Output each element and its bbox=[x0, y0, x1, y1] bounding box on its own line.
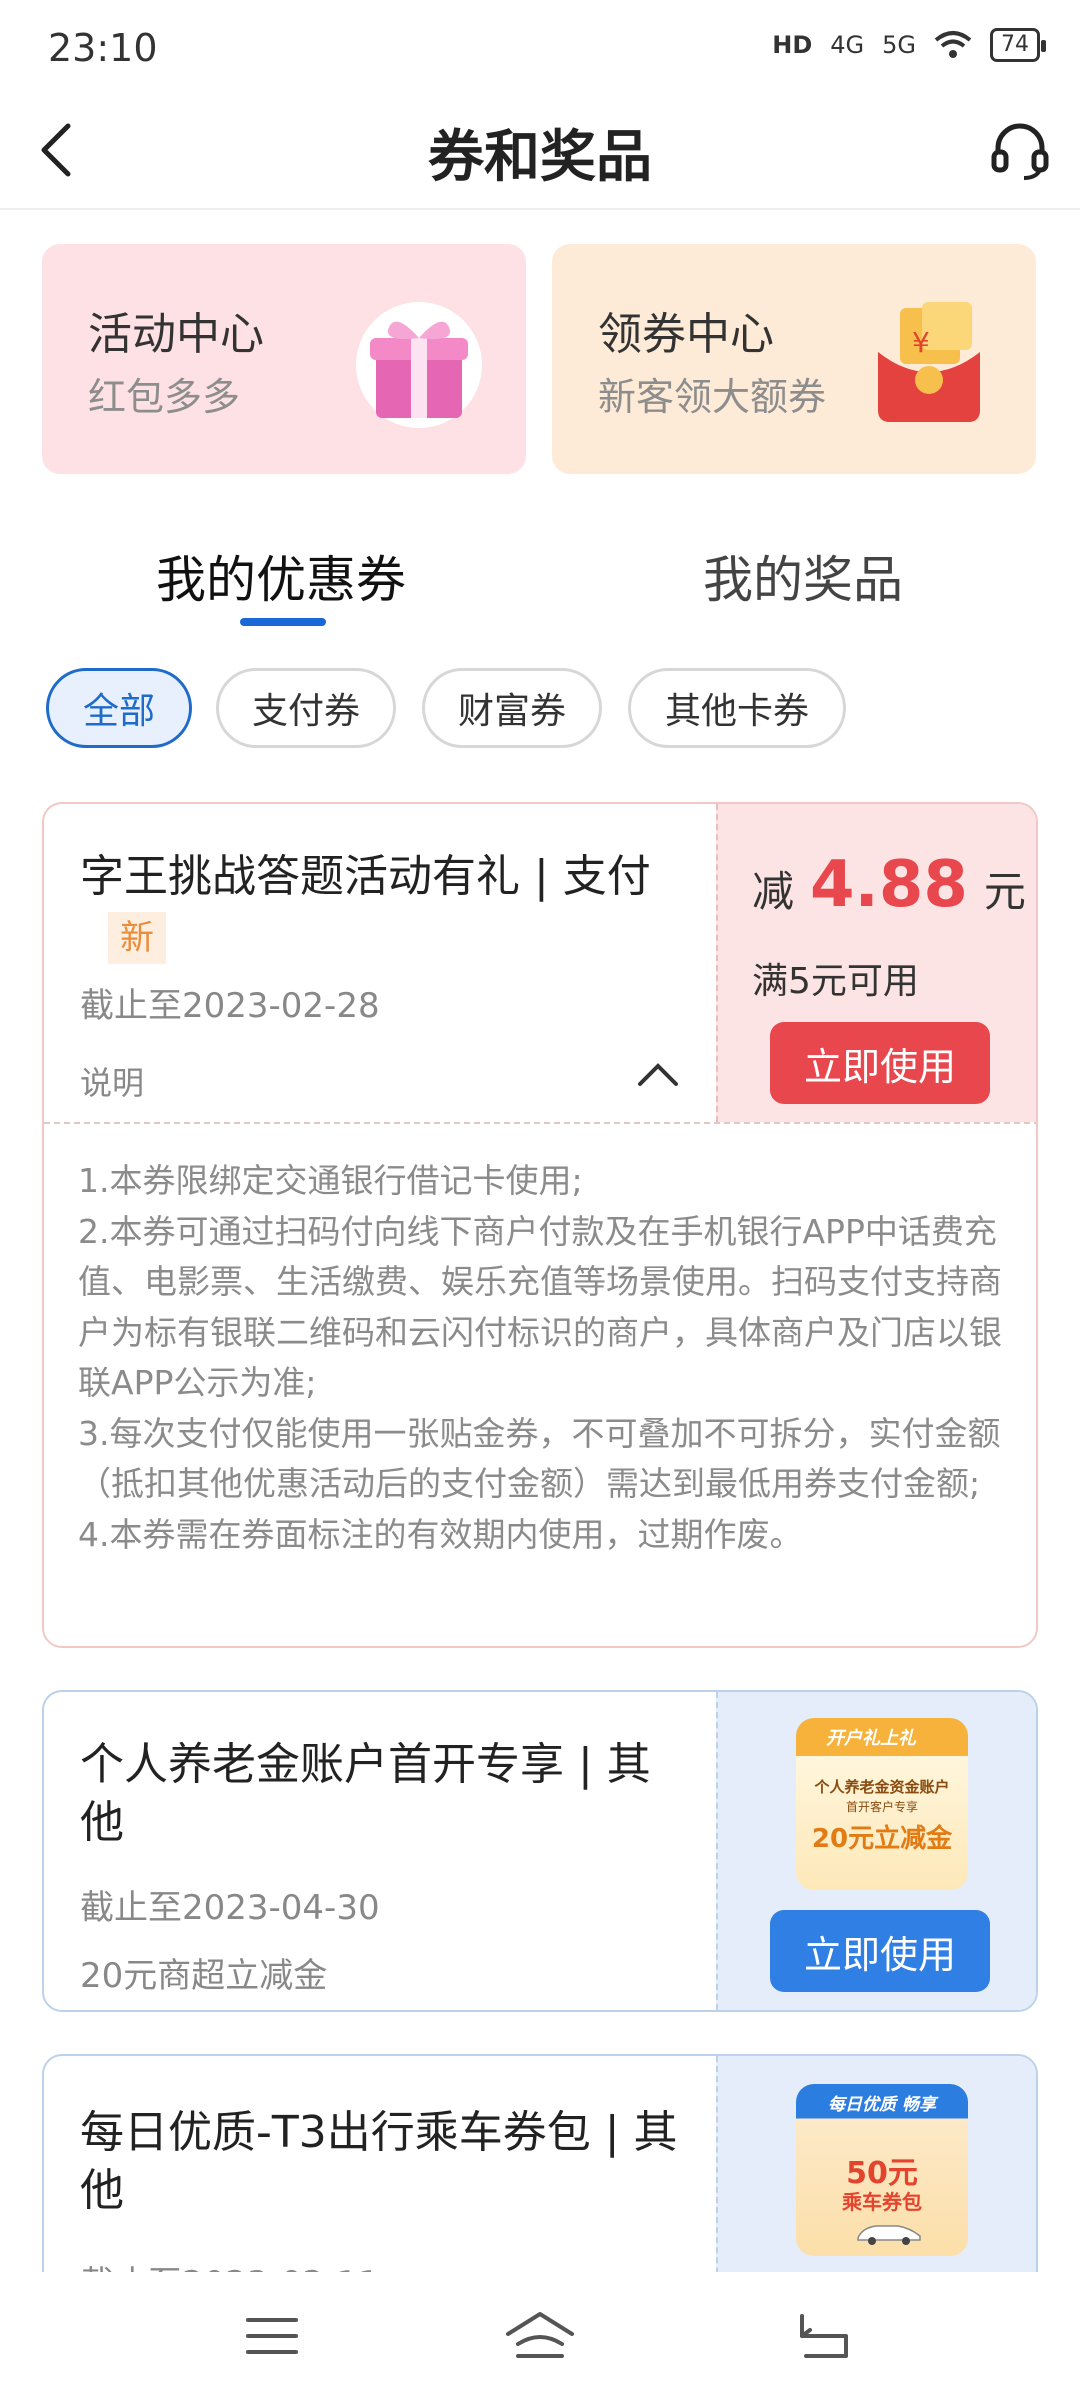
home-icon[interactable] bbox=[504, 2310, 576, 2362]
use-now-button[interactable]: 立即使用 bbox=[770, 1910, 990, 1992]
coupon-card[interactable]: 开户礼上礼 个人养老金资金账户 首开客户专享 20元立减金 立即使用 个人养老金… bbox=[42, 1690, 1038, 2012]
thumb-top-text: 每日优质 畅享 bbox=[828, 2095, 936, 2115]
description-line: 4.本券需在券面标注的有效期内使用，过期作废。 bbox=[78, 1514, 803, 1554]
thumb-line1: 个人养老金资金账户 bbox=[814, 1778, 950, 1796]
filter-payment-coupons[interactable]: 支付券 bbox=[216, 668, 396, 748]
coupon-title-text: 字王挑战答题活动有礼 | 支付 bbox=[80, 851, 651, 902]
red-envelope-icon: ¥ bbox=[878, 302, 980, 422]
new-badge: 新 bbox=[108, 912, 166, 964]
system-navigation-bar bbox=[0, 2272, 1080, 2400]
coupon-note: 20元商超立减金 bbox=[80, 1956, 328, 1996]
usage-condition: 满5元可用 bbox=[752, 961, 919, 1002]
coupon-title: 字王挑战答题活动有礼 | 支付 新 bbox=[80, 848, 700, 964]
hd-icon: HD bbox=[772, 31, 813, 59]
thumb-top-text: 开户礼上礼 bbox=[826, 1728, 916, 1749]
thumb-big: 20元立减金 bbox=[811, 1824, 953, 1854]
use-now-button[interactable]: 立即使用 bbox=[770, 1022, 990, 1104]
coupon-expiry: 截止至2023-04-30 bbox=[80, 1888, 380, 1928]
coupon-value-panel: 减 4.88 元 满5元可用 立即使用 bbox=[716, 804, 1036, 1122]
dashed-divider bbox=[44, 1122, 1036, 1124]
description-line: 3.每次支付仅能使用一张贴金券，不可叠加不可拆分，实付金额（抵扣其他优惠活动后的… bbox=[78, 1413, 1001, 1504]
status-time: 23:10 bbox=[48, 26, 158, 70]
filter-all[interactable]: 全部 bbox=[46, 668, 192, 748]
gift-box-icon bbox=[356, 302, 482, 428]
car-icon bbox=[857, 2225, 921, 2245]
coupon-title: 个人养老金账户首开专享 | 其他 bbox=[80, 1739, 651, 1848]
battery-icon: 74 bbox=[990, 28, 1046, 62]
status-icons: HD 4G 5G 74 bbox=[772, 28, 1046, 62]
filter-wealth-coupons[interactable]: 财富券 bbox=[422, 668, 602, 748]
ride-voucher-thumbnail: 每日优质 畅享 50元 乘车券包 bbox=[796, 2084, 968, 2256]
customer-service-headset-icon[interactable] bbox=[988, 118, 1052, 182]
coupon-center-card[interactable]: 领券中心 新客领大额券 ¥ bbox=[552, 244, 1036, 474]
info-label[interactable]: 说明 bbox=[80, 1058, 144, 1104]
discount-prefix: 减 bbox=[752, 867, 795, 916]
signal-5g-icon: 5G bbox=[882, 31, 916, 59]
status-bar: 23:10 HD 4G 5G 74 bbox=[0, 0, 1080, 90]
page-title: 券和奖品 bbox=[428, 125, 652, 190]
signal-4g-icon: 4G bbox=[830, 31, 865, 59]
active-tab-indicator bbox=[240, 618, 326, 626]
description-line: 2.本券可通过扫码付向线下商户付款及在手机银行APP中话费充值、电影票、生活缴费… bbox=[78, 1211, 1002, 1403]
description-line: 1.本券限绑定交通银行借记卡使用; bbox=[78, 1161, 583, 1200]
coupon-title: 每日优质-T3出行乘车券包 | 其他 bbox=[80, 2107, 678, 2216]
activity-center-subtitle: 红包多多 bbox=[88, 375, 241, 419]
filter-other-cards[interactable]: 其他卡券 bbox=[628, 668, 846, 748]
chevron-up-icon[interactable] bbox=[636, 1060, 680, 1090]
coupon-card[interactable]: 减 4.88 元 满5元可用 立即使用 字王挑战答题活动有礼 | 支付 新 截止… bbox=[42, 802, 1038, 1648]
discount-amount: 4.88 bbox=[810, 848, 968, 922]
coupon-expiry: 截止至2023-02-28 bbox=[80, 986, 380, 1026]
coupon-center-subtitle: 新客领大额券 bbox=[598, 375, 827, 419]
back-icon[interactable] bbox=[796, 2310, 852, 2362]
tab-my-prizes[interactable]: 我的奖品 bbox=[703, 540, 903, 612]
thumb-line2: 首开客户专享 bbox=[845, 1800, 918, 1814]
tab-my-coupons[interactable]: 我的优惠券 bbox=[156, 540, 406, 612]
svg-text:¥: ¥ bbox=[912, 326, 930, 359]
activity-center-card[interactable]: 活动中心 红包多多 bbox=[42, 244, 526, 474]
coupon-description: 1.本券限绑定交通银行借记卡使用; 2.本券可通过扫码付向线下商户付款及在手机银… bbox=[78, 1156, 1008, 1560]
discount-unit: 元 bbox=[983, 867, 1026, 916]
thumb-line1: 乘车券包 bbox=[842, 2190, 922, 2214]
coupon-image-panel: 开户礼上礼 个人养老金资金账户 首开客户专享 20元立减金 立即使用 bbox=[716, 1692, 1036, 2010]
menu-icon[interactable] bbox=[244, 2310, 300, 2362]
pension-account-thumbnail: 开户礼上礼 个人养老金资金账户 首开客户专享 20元立减金 bbox=[796, 1718, 968, 1890]
coupon-center-title: 领券中心 bbox=[598, 309, 774, 360]
top-bar: 券和奖品 bbox=[0, 90, 1080, 210]
activity-center-title: 活动中心 bbox=[88, 309, 264, 360]
wifi-icon bbox=[934, 31, 972, 58]
